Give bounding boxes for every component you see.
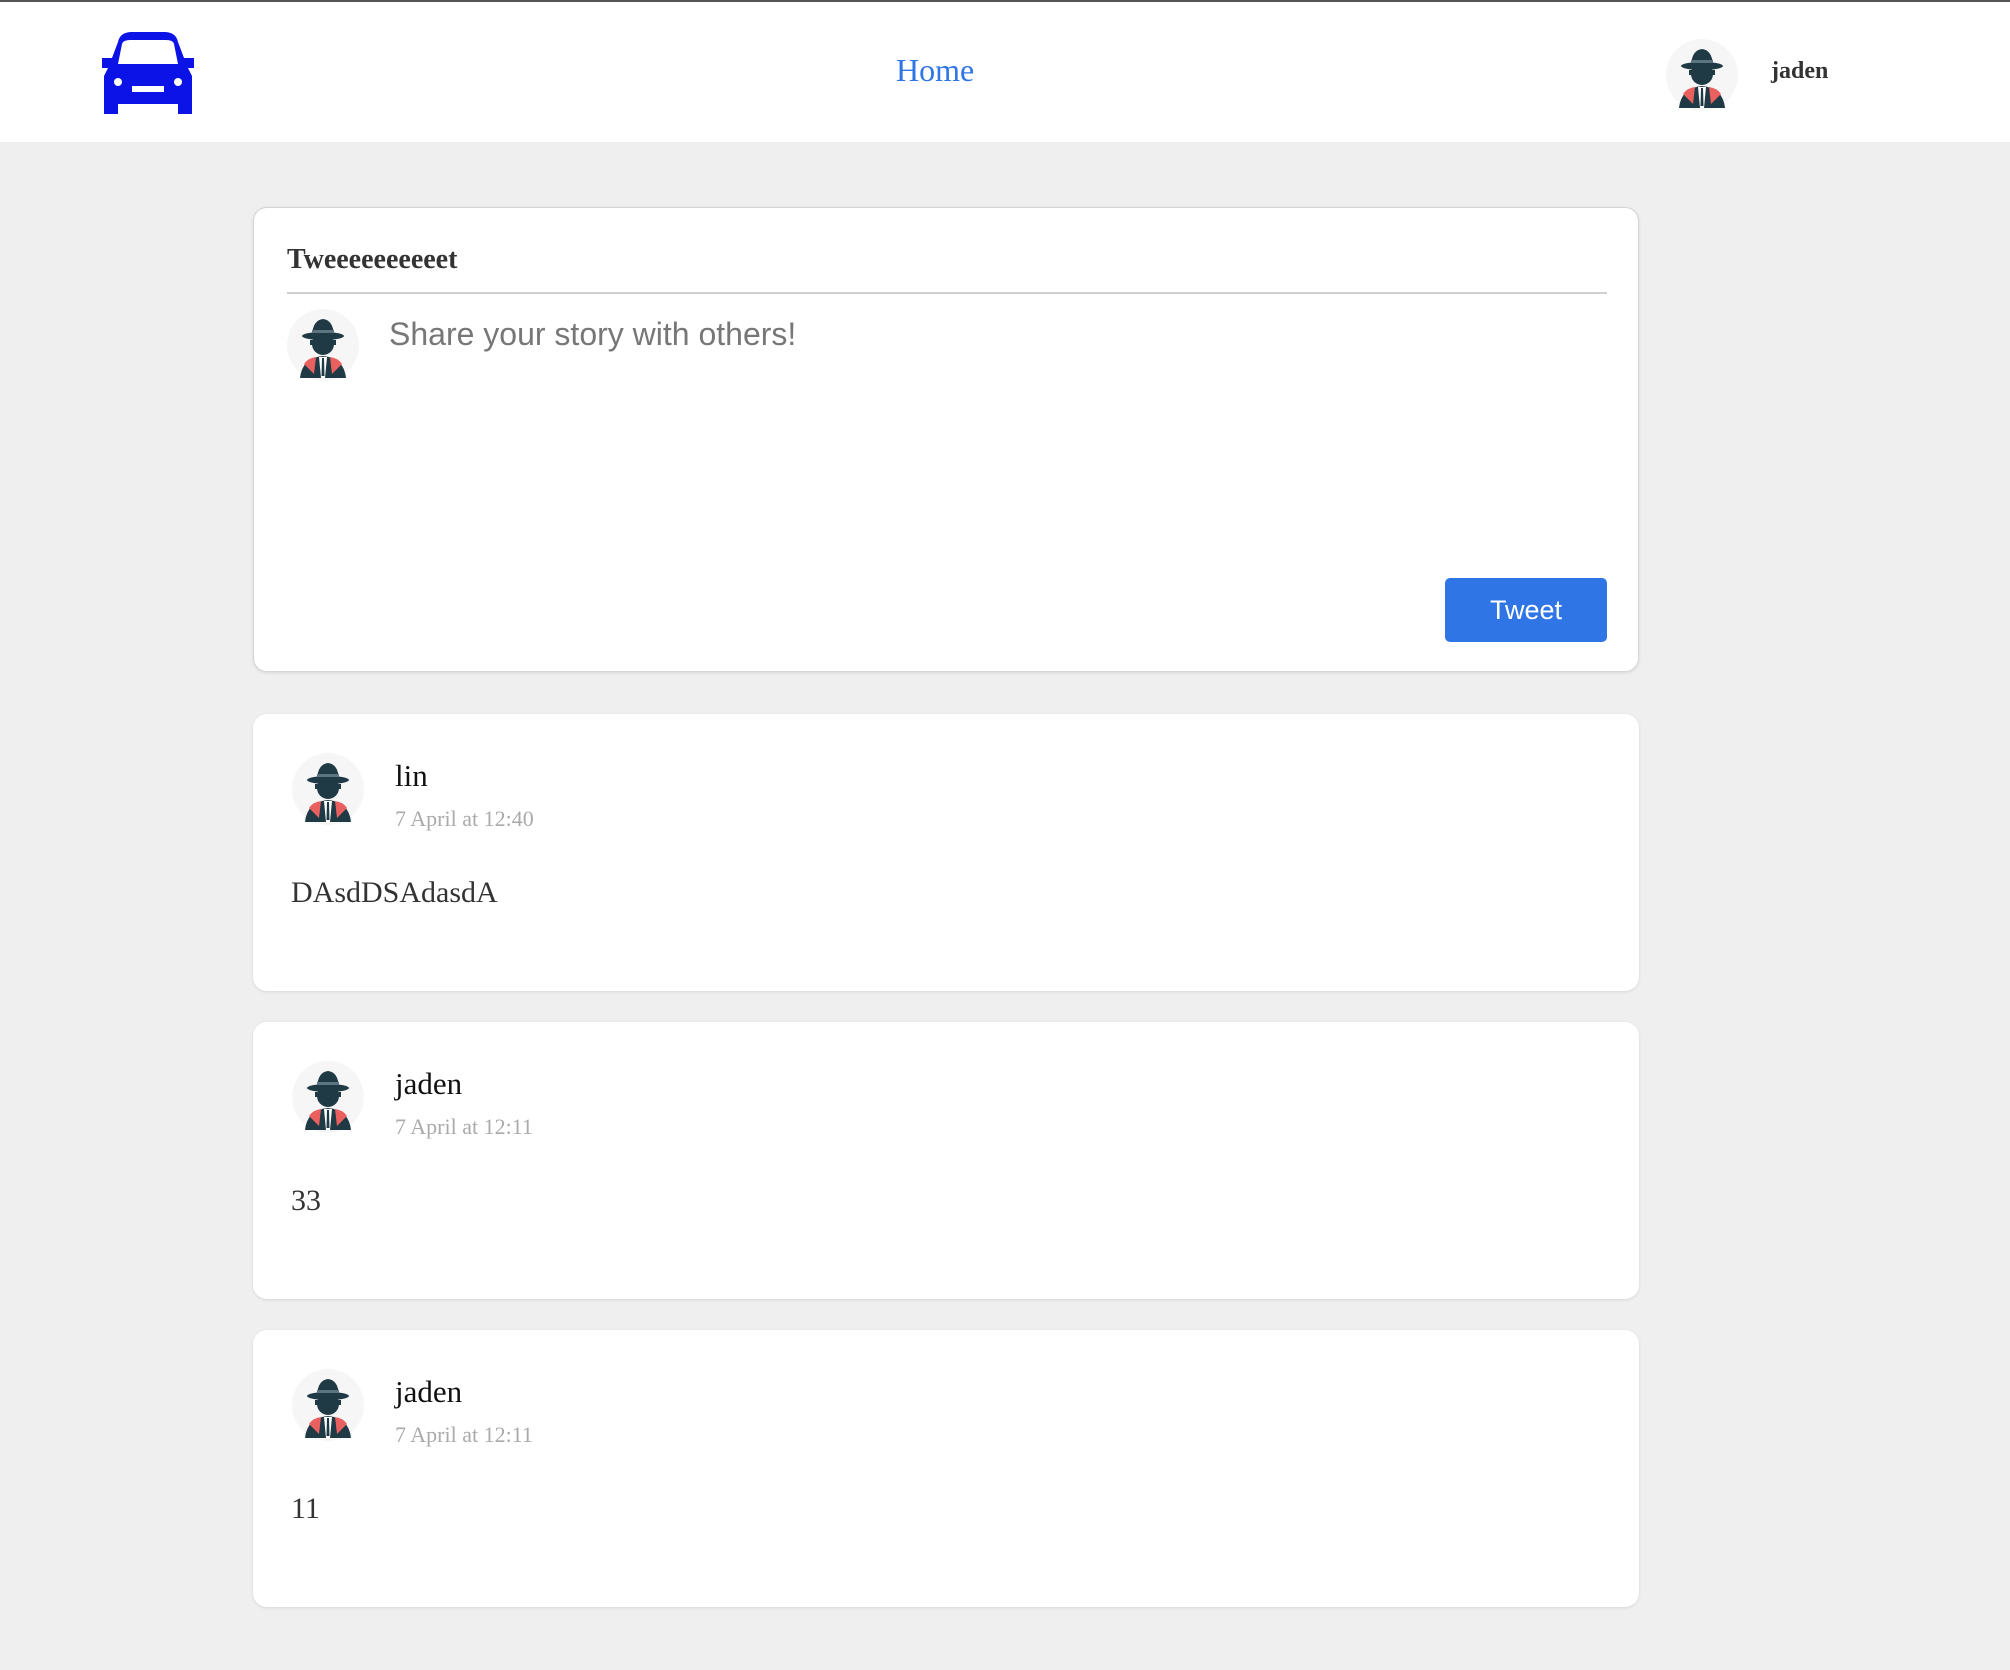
spy-avatar-icon	[1666, 39, 1738, 111]
spy-avatar-icon	[292, 1369, 364, 1441]
post-timestamp: 7 April at 12:11	[395, 1114, 533, 1139]
compose-avatar	[286, 308, 360, 382]
user-avatar[interactable]	[1665, 38, 1739, 112]
tweet-input[interactable]	[389, 316, 1569, 536]
post-content: 33	[291, 1184, 321, 1217]
post-card: lin 7 April at 12:40 DAsdDSAdasdA	[253, 714, 1639, 991]
post-author[interactable]: jaden	[395, 1374, 462, 1410]
post-timestamp: 7 April at 12:11	[395, 1422, 533, 1447]
post-card: jaden 7 April at 12:11 33	[253, 1022, 1639, 1299]
post-avatar[interactable]	[291, 1060, 365, 1134]
post-card: jaden 7 April at 12:11 11	[253, 1330, 1639, 1607]
user-name[interactable]: jaden	[1771, 58, 1828, 85]
compose-card: Tweeeeeeeeeet Tweet	[253, 207, 1639, 672]
car-icon[interactable]	[96, 28, 200, 118]
post-author[interactable]: jaden	[395, 1066, 462, 1102]
navbar: Home jaden	[0, 2, 2010, 142]
post-avatar[interactable]	[291, 1368, 365, 1442]
spy-avatar-icon	[292, 753, 364, 825]
divider	[287, 292, 1607, 294]
post-content: DAsdDSAdasdA	[291, 876, 498, 909]
compose-title: Tweeeeeeeeeet	[287, 244, 458, 275]
nav-home-link[interactable]: Home	[896, 52, 974, 89]
post-content: 11	[291, 1492, 320, 1525]
post-avatar[interactable]	[291, 752, 365, 826]
spy-avatar-icon	[292, 1061, 364, 1133]
post-author[interactable]: lin	[395, 758, 428, 794]
post-timestamp: 7 April at 12:40	[395, 806, 534, 831]
spy-avatar-icon	[287, 309, 359, 381]
tweet-button[interactable]: Tweet	[1445, 578, 1607, 642]
